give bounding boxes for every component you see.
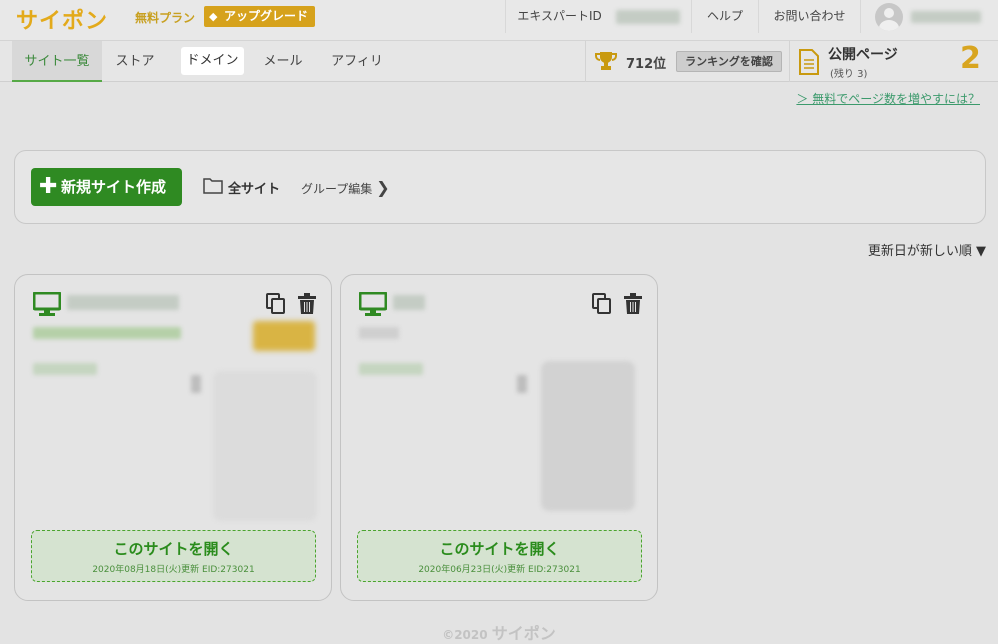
sort-dropdown[interactable]: 更新日が新しい順 ▼ xyxy=(868,240,986,259)
new-site-button[interactable]: ✚ 新規サイト作成 xyxy=(31,168,182,206)
copy-icon[interactable] xyxy=(592,293,612,315)
monitor-icon xyxy=(33,292,61,316)
increase-pages-link[interactable]: ＞ 無料でページ数を増やすには？ xyxy=(796,90,980,107)
footer: ©2020 サイポン xyxy=(0,620,998,644)
main-nav: サイト一覧 ストア ドメイン メール アフィリ 712位 ランキングを確認 公開… xyxy=(0,41,998,82)
upgrade-label: アップグレード xyxy=(224,9,309,23)
all-sites-label: 全サイト xyxy=(228,182,281,197)
site-updated-meta: 2020年08月18日(火)更新 EID:273021 xyxy=(92,565,255,575)
site-card: このサイトを開く 2020年06月23日(火)更新 EID:273021 xyxy=(340,274,658,601)
published-pages-remaining: (残り 3) xyxy=(830,69,868,80)
trophy-icon xyxy=(595,52,617,70)
plan-label: 無料プラン xyxy=(135,11,196,25)
chevron-right-icon: ❯ xyxy=(376,178,390,197)
site-thumbnail xyxy=(213,371,317,521)
ranking-panel: 712位 ランキングを確認 xyxy=(585,41,788,82)
site-card: このサイトを開く 2020年08月18日(火)更新 EID:273021 xyxy=(14,274,332,601)
group-edit-link[interactable]: グループ編集 ❯ xyxy=(301,178,390,197)
trash-icon[interactable] xyxy=(297,293,317,315)
help-link[interactable]: ヘルプ xyxy=(691,0,758,33)
document-icon xyxy=(799,49,819,75)
plus-icon: ✚ xyxy=(39,174,58,199)
site-info-redacted xyxy=(359,363,423,375)
monitor-icon xyxy=(359,292,387,316)
site-name-redacted xyxy=(67,295,179,310)
open-site-button[interactable]: このサイトを開く 2020年06月23日(火)更新 EID:273021 xyxy=(357,530,642,582)
open-site-label: このサイトを開く xyxy=(113,540,234,558)
tab-affiliate[interactable]: アフィリ xyxy=(320,41,394,82)
avatar-icon[interactable] xyxy=(875,3,903,31)
footer-brand: サイポン xyxy=(491,624,556,643)
gem-icon: ◆ xyxy=(209,10,218,23)
site-thumbnail xyxy=(541,361,635,511)
top-header: サイポン 無料プラン ◆ アップグレード エキスパートID ヘルプ お問い合わせ xyxy=(0,0,998,41)
copy-icon[interactable] xyxy=(266,293,286,315)
site-info-redacted xyxy=(33,363,97,375)
site-url-redacted xyxy=(359,327,399,339)
open-site-button[interactable]: このサイトを開く 2020年08月18日(火)更新 EID:273021 xyxy=(31,530,316,582)
open-site-label: このサイトを開く xyxy=(439,540,560,558)
contact-label: お問い合わせ xyxy=(773,9,846,23)
expert-id: エキスパートID xyxy=(505,0,691,33)
upgrade-button[interactable]: ◆ アップグレード xyxy=(204,6,315,27)
published-pages-panel: 公開ページ (残り 3) 2 xyxy=(789,41,998,82)
site-updated-meta: 2020年06月23日(火)更新 EID:273021 xyxy=(418,565,581,575)
new-site-label: 新規サイト作成 xyxy=(61,178,167,196)
lock-icon xyxy=(517,375,527,393)
help-label: ヘルプ xyxy=(706,9,743,23)
tab-site-list[interactable]: サイト一覧 xyxy=(12,41,102,82)
published-pages-title: 公開ページ xyxy=(828,47,898,63)
group-edit-label: グループ編集 xyxy=(301,182,373,196)
published-pages-count: 2 xyxy=(960,41,981,76)
tab-store[interactable]: ストア xyxy=(102,41,168,82)
expert-id-value-redacted xyxy=(615,9,680,24)
tab-mail[interactable]: メール xyxy=(252,41,314,82)
site-toolbar: ✚ 新規サイト作成 全サイト グループ編集 ❯ xyxy=(14,150,986,224)
lock-icon xyxy=(191,375,201,393)
contact-link[interactable]: お問い合わせ xyxy=(758,0,860,33)
copyright-text: ©2020 xyxy=(442,628,488,642)
site-url-redacted xyxy=(33,327,181,339)
site-tag-redacted xyxy=(253,321,315,351)
tab-domain[interactable]: ドメイン xyxy=(181,47,244,75)
trash-icon[interactable] xyxy=(623,293,643,315)
folder-icon xyxy=(203,178,223,194)
all-sites-filter[interactable]: 全サイト xyxy=(203,178,280,197)
username-redacted xyxy=(911,11,981,23)
rank-value: 712位 xyxy=(626,57,667,72)
site-logo[interactable]: サイポン xyxy=(16,3,108,35)
site-name-redacted xyxy=(393,295,425,310)
expert-id-label: エキスパートID xyxy=(517,9,602,23)
check-ranking-button[interactable]: ランキングを確認 xyxy=(676,51,782,72)
